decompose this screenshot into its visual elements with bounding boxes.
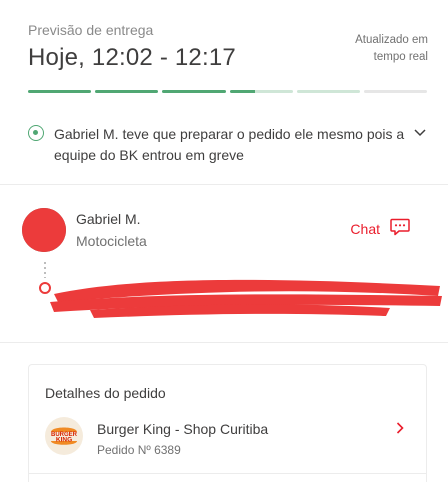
progress-segment-3 <box>162 90 226 93</box>
progress-segment-6 <box>363 90 428 93</box>
updated-line-1: Atualizado em <box>355 34 428 46</box>
store-name[interactable]: Burger King - Shop Curitiba <box>97 421 268 437</box>
order-details-card: Detalhes do pedido BURGER KING Burger Ki… <box>28 364 427 482</box>
section-divider <box>0 184 448 185</box>
chevron-right-icon[interactable] <box>396 421 404 437</box>
svg-text:KING: KING <box>56 437 72 444</box>
card-divider <box>29 473 426 474</box>
eta-time: Hoje, 12:02 - 12:17 <box>28 44 236 71</box>
chat-button[interactable]: Chat <box>350 218 410 239</box>
driver-vehicle: Motocicleta <box>76 233 147 249</box>
progress-segment-2 <box>95 90 159 93</box>
status-message: Gabriel M. teve que preparar o pedido el… <box>54 126 405 163</box>
chevron-down-icon[interactable] <box>414 126 426 140</box>
address-redaction <box>50 279 442 318</box>
order-details-title: Detalhes do pedido <box>45 385 166 401</box>
eta-label: Previsão de entrega <box>28 22 154 38</box>
order-number: Pedido Nº 6389 <box>97 443 181 457</box>
section-divider <box>0 342 448 343</box>
realtime-update-note: Atualizado em tempo real <box>318 32 428 66</box>
chat-label: Chat <box>350 220 380 237</box>
delivery-progress-bar <box>28 90 428 93</box>
updated-line-2: tempo real <box>373 51 428 63</box>
avatar-redaction <box>22 208 66 252</box>
progress-segment-5 <box>296 90 360 93</box>
progress-segment-1 <box>28 90 92 93</box>
route-dotted-line <box>44 262 46 278</box>
chat-bubble-icon <box>390 218 410 239</box>
driver-name: Gabriel M. <box>76 211 141 227</box>
burger-king-logo: BURGER KING <box>45 417 83 455</box>
status-dot-icon <box>28 125 44 141</box>
progress-segment-4 <box>229 90 293 93</box>
driver-avatar <box>22 208 66 252</box>
order-tracking-screen: Previsão de entrega Hoje, 12:02 - 12:17 … <box>0 0 448 482</box>
